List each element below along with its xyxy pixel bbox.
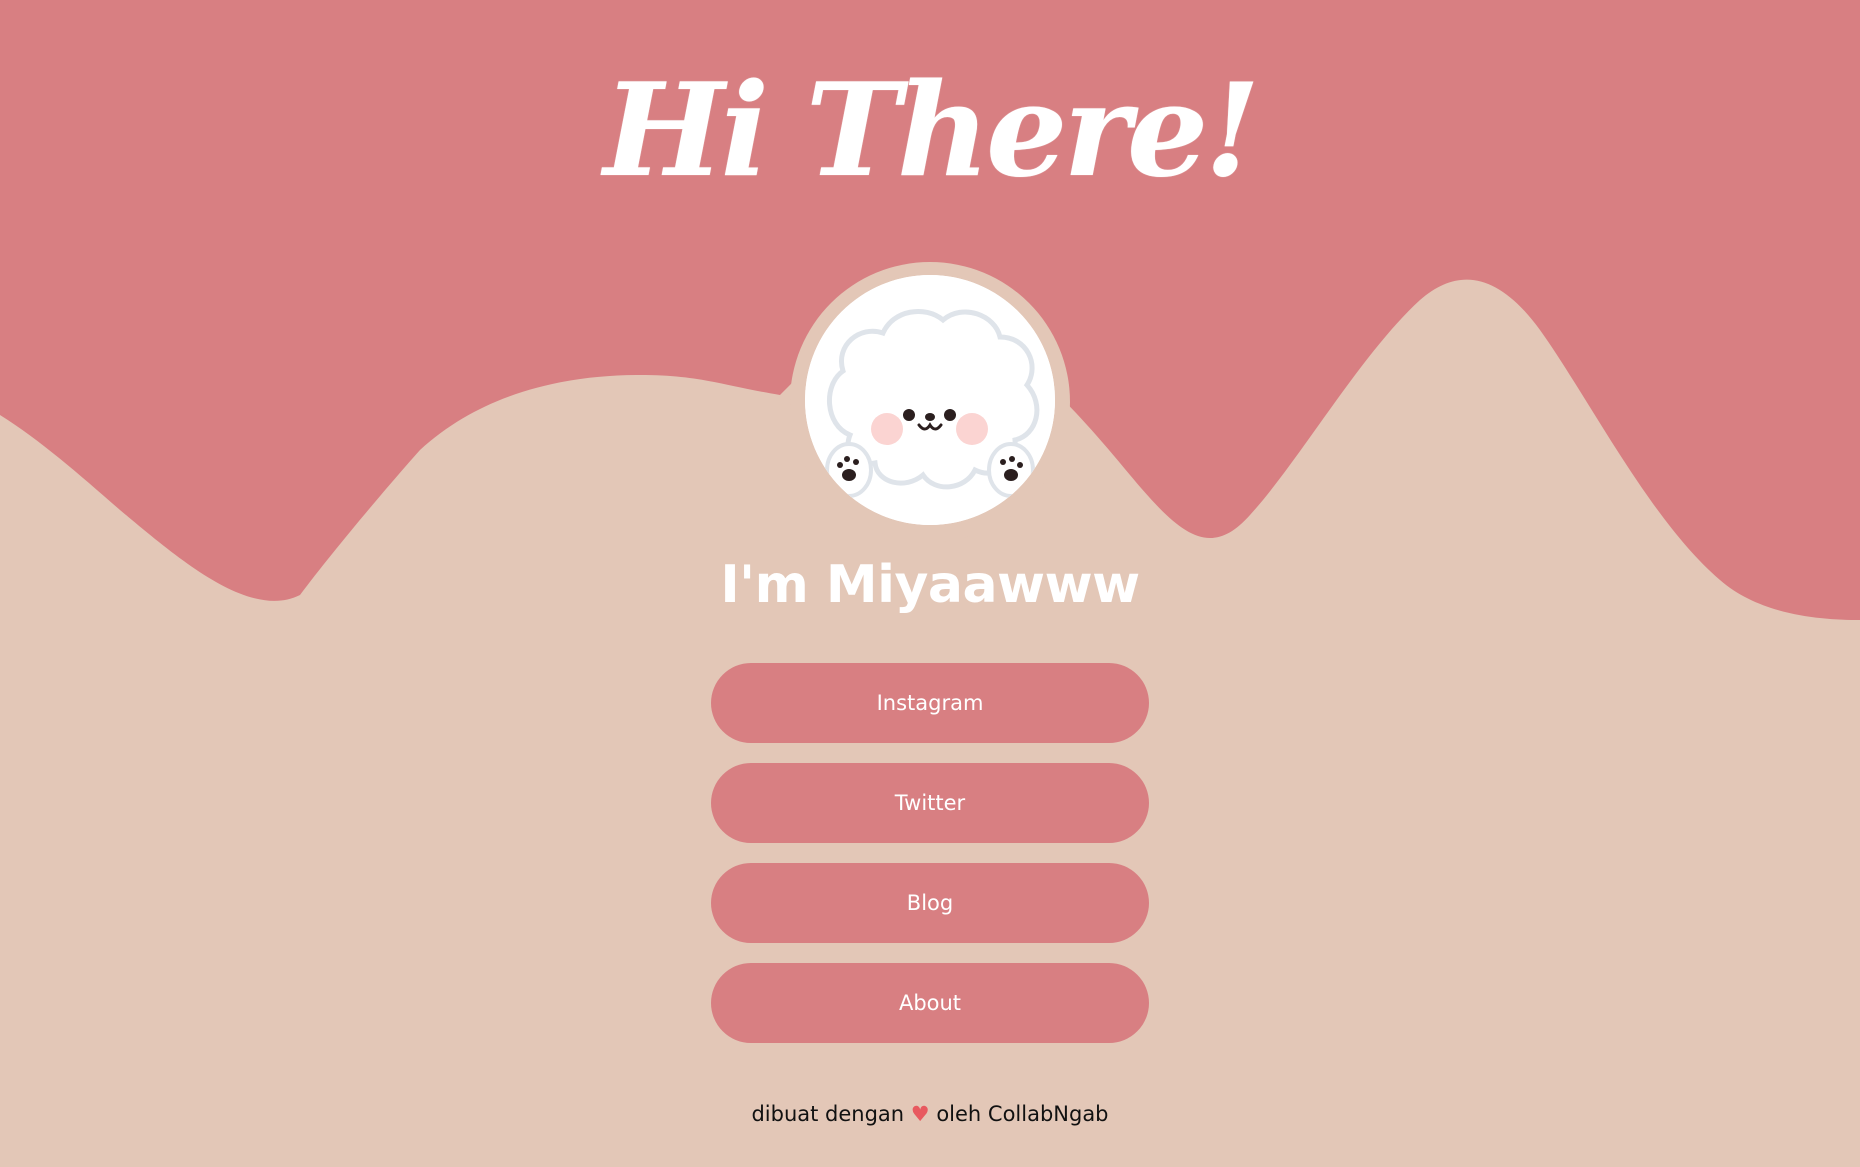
avatar [805, 275, 1055, 525]
blog-link-button[interactable]: Blog [711, 863, 1149, 943]
heart-icon: ♥ [910, 1102, 930, 1126]
footer-credit: dibuat dengan ♥ oleh CollabNgab [0, 1098, 1860, 1130]
fluffy-dog-icon [805, 275, 1055, 525]
twitter-link-button[interactable]: Twitter [711, 763, 1149, 843]
link-list: Instagram Twitter Blog About [711, 663, 1149, 1043]
instagram-link-button[interactable]: Instagram [711, 663, 1149, 743]
footer-prefix: dibuat dengan [751, 1102, 905, 1126]
page: Hi There! I'm Miyaawww Instagram Twitter… [0, 0, 1860, 1167]
page-title: Hi There! [603, 56, 1261, 206]
about-link-button[interactable]: About [711, 963, 1149, 1043]
profile-name: I'm Miyaawww [720, 555, 1140, 615]
footer-suffix: oleh CollabNgab [936, 1102, 1109, 1126]
